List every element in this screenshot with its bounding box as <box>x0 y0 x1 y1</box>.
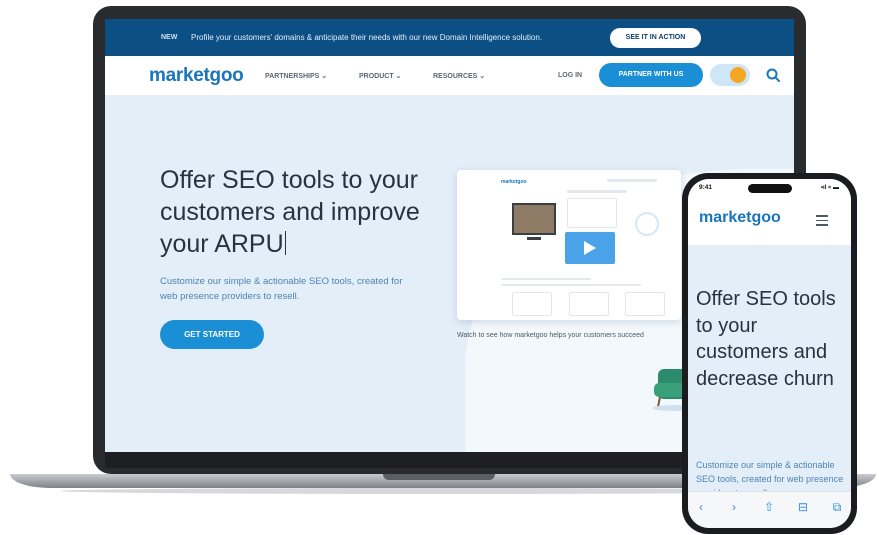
get-started-button[interactable]: GET STARTED <box>160 320 264 349</box>
nav-item-resources[interactable]: RESOURCES ⌄ <box>433 72 485 80</box>
hero-title: Offer SEO tools to your customers and im… <box>160 166 420 258</box>
dynamic-island <box>748 184 792 193</box>
phone-status-bar: 9:41 •ıl ≈ ▬ <box>688 179 851 197</box>
search-icon[interactable] <box>765 67 781 83</box>
see-it-in-action-button[interactable]: SEE IT IN ACTION <box>610 28 701 48</box>
signal-wifi-battery-icon: •ıl ≈ ▬ <box>820 185 839 191</box>
device-mockup-stage: NEW Profile your customers' domains & an… <box>0 0 879 535</box>
forward-icon[interactable]: › <box>725 500 743 514</box>
nav-item-product[interactable]: PRODUCT ⌄ <box>359 72 401 80</box>
video-thumbnail <box>512 203 556 235</box>
back-icon[interactable]: ‹ <box>692 500 710 514</box>
video-logo: marketgoo <box>501 179 527 185</box>
status-time: 9:41 <box>699 184 713 191</box>
partner-with-us-button[interactable]: PARTNER WITH US <box>599 63 703 87</box>
announcement-bar: NEW Profile your customers' domains & an… <box>105 19 794 56</box>
marketgoo-logo[interactable]: marketgoo <box>149 65 244 87</box>
video-caption: Watch to see how marketgoo helps your cu… <box>457 332 644 339</box>
phone-header: marketgoo <box>688 197 851 245</box>
safari-toolbar: ‹ › ⇧ ⊟ ⧉ <box>688 491 851 528</box>
video-preview-card[interactable]: marketgoo <box>457 170 681 320</box>
hamburger-menu-icon[interactable] <box>816 215 828 226</box>
tabs-icon[interactable]: ⧉ <box>828 500 846 515</box>
main-nav: marketgoo PARTNERSHIPS ⌄ PRODUCT ⌄ RESOU… <box>105 56 794 96</box>
theme-toggle[interactable] <box>710 64 750 86</box>
laptop-notch <box>383 474 495 480</box>
play-icon <box>584 241 596 255</box>
text-cursor <box>284 231 286 255</box>
announcement-message: Profile your customers' domains & antici… <box>191 33 543 42</box>
play-button[interactable] <box>565 232 615 264</box>
phone-hero-title: Offer SEO tools to your customers and de… <box>696 288 836 390</box>
login-link[interactable]: LOG IN <box>558 72 582 79</box>
new-badge: NEW <box>161 34 178 41</box>
sun-icon <box>730 67 746 83</box>
phone-marketgoo-logo[interactable]: marketgoo <box>699 209 781 227</box>
hero-subtitle: Customize our simple & actionable SEO to… <box>160 276 403 302</box>
nav-item-partnerships[interactable]: PARTNERSHIPS ⌄ <box>265 72 327 80</box>
bookmarks-icon[interactable]: ⊟ <box>794 500 812 514</box>
phone-screen: 9:41 •ıl ≈ ▬ marketgoo Offer SEO tools t… <box>688 179 851 528</box>
share-icon[interactable]: ⇧ <box>760 500 778 514</box>
